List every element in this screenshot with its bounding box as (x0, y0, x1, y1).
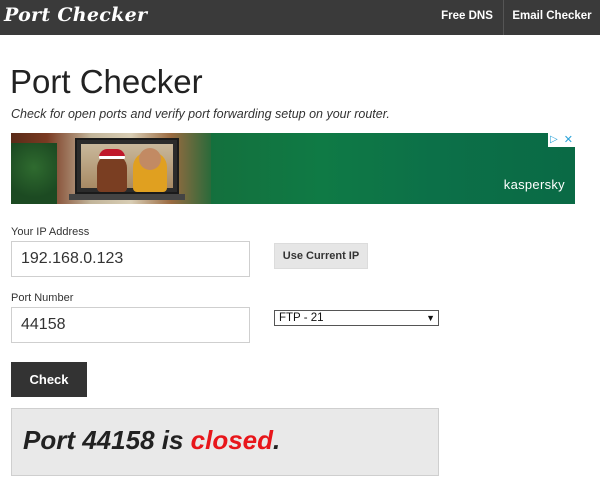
laptop-screen (81, 144, 173, 192)
christmas-tree-graphic (11, 143, 57, 204)
ad-image (11, 133, 211, 204)
nav-email-checker[interactable]: Email Checker (504, 0, 600, 35)
use-current-ip-button[interactable]: Use Current IP (274, 243, 368, 269)
ip-address-input[interactable] (11, 241, 250, 277)
result-box: Port 44158 is closed. (11, 408, 439, 476)
ad-choices-badge[interactable]: ▷ ✕ (548, 133, 575, 147)
page-title: Port Checker (10, 63, 203, 100)
result-suffix: . (273, 425, 281, 455)
page-subtitle: Check for open ports and verify port for… (11, 107, 390, 121)
person-head-graphic (139, 148, 161, 170)
check-button[interactable]: Check (11, 362, 87, 397)
port-number-input[interactable] (11, 307, 250, 343)
ad-banner[interactable]: kaspersky ▷ ✕ (11, 133, 575, 204)
santa-hat-graphic (99, 149, 125, 159)
result-status: closed (190, 425, 274, 455)
site-logo[interactable]: Port Checker (4, 4, 147, 26)
result-prefix: Port 44158 is (23, 425, 191, 455)
result-message: Port 44158 is closed. (23, 425, 280, 456)
chevron-down-icon: ▼ (426, 313, 435, 323)
ad-brand-logo: kaspersky (503, 177, 565, 192)
adchoices-icon[interactable]: ▷ (550, 134, 558, 146)
nav-free-dns[interactable]: Free DNS (431, 0, 503, 35)
person-graphic (97, 154, 127, 192)
ip-address-label: Your IP Address (11, 226, 90, 238)
top-navbar: Port Checker Free DNS Email Checker (0, 0, 600, 35)
close-icon[interactable]: ✕ (564, 133, 573, 147)
common-port-selected-value: FTP - 21 (279, 312, 324, 324)
laptop-graphic (75, 138, 179, 194)
port-number-label: Port Number (11, 292, 74, 304)
laptop-base-graphic (69, 194, 185, 200)
common-port-select[interactable]: FTP - 21 ▼ (274, 310, 439, 326)
